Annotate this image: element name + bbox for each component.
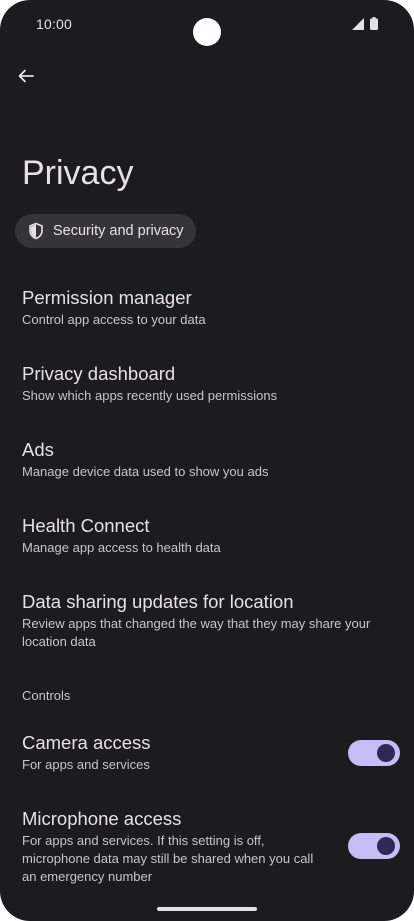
item-title: Data sharing updates for location — [22, 591, 294, 612]
microphone-access-row[interactable]: Microphone access For apps and services.… — [22, 807, 400, 886]
item-subtitle: Show which apps recently used permission… — [22, 388, 278, 403]
controls-section-header: Controls — [22, 688, 71, 703]
security-and-privacy-chip[interactable]: Security and privacy — [15, 214, 196, 248]
toggle-title: Microphone access — [22, 808, 182, 829]
signal-icon — [352, 17, 364, 30]
chip-label: Security and privacy — [53, 223, 184, 239]
back-button[interactable] — [12, 62, 40, 90]
status-icons — [352, 17, 378, 30]
privacy-dashboard-item[interactable]: Privacy dashboard Show which apps recent… — [22, 362, 392, 405]
ads-item[interactable]: Ads Manage device data used to show you … — [22, 438, 392, 481]
camera-cutout — [193, 18, 221, 46]
settings-screen: 10:00 Privacy Security and privacy Permi… — [0, 0, 414, 921]
microphone-access-switch[interactable] — [348, 833, 400, 859]
item-subtitle: Review apps that changed the way that th… — [22, 616, 371, 649]
toggle-subtitle: For apps and services — [22, 757, 150, 772]
page-title: Privacy — [22, 154, 134, 192]
switch-thumb — [377, 744, 395, 762]
shield-icon — [29, 222, 43, 240]
toggle-subtitle: For apps and services. If this setting i… — [22, 833, 314, 884]
switch-thumb — [377, 837, 395, 855]
item-title: Privacy dashboard — [22, 363, 176, 384]
item-subtitle: Control app access to your data — [22, 312, 206, 327]
item-title: Ads — [22, 439, 54, 460]
arrow-left-icon — [18, 69, 34, 83]
health-connect-item[interactable]: Health Connect Manage app access to heal… — [22, 514, 392, 557]
toggle-title: Camera access — [22, 732, 151, 753]
camera-access-row[interactable]: Camera access For apps and services — [22, 731, 400, 774]
status-time: 10:00 — [36, 16, 73, 32]
gesture-nav-handle[interactable] — [157, 907, 257, 911]
item-subtitle: Manage app access to health data — [22, 540, 221, 555]
data-sharing-updates-item[interactable]: Data sharing updates for location Review… — [22, 590, 392, 651]
battery-icon — [370, 17, 378, 30]
status-bar: 10:00 — [0, 0, 414, 48]
item-title: Permission manager — [22, 287, 192, 308]
item-title: Health Connect — [22, 515, 150, 536]
permission-manager-item[interactable]: Permission manager Control app access to… — [22, 286, 392, 329]
item-subtitle: Manage device data used to show you ads — [22, 464, 269, 479]
camera-access-switch[interactable] — [348, 740, 400, 766]
